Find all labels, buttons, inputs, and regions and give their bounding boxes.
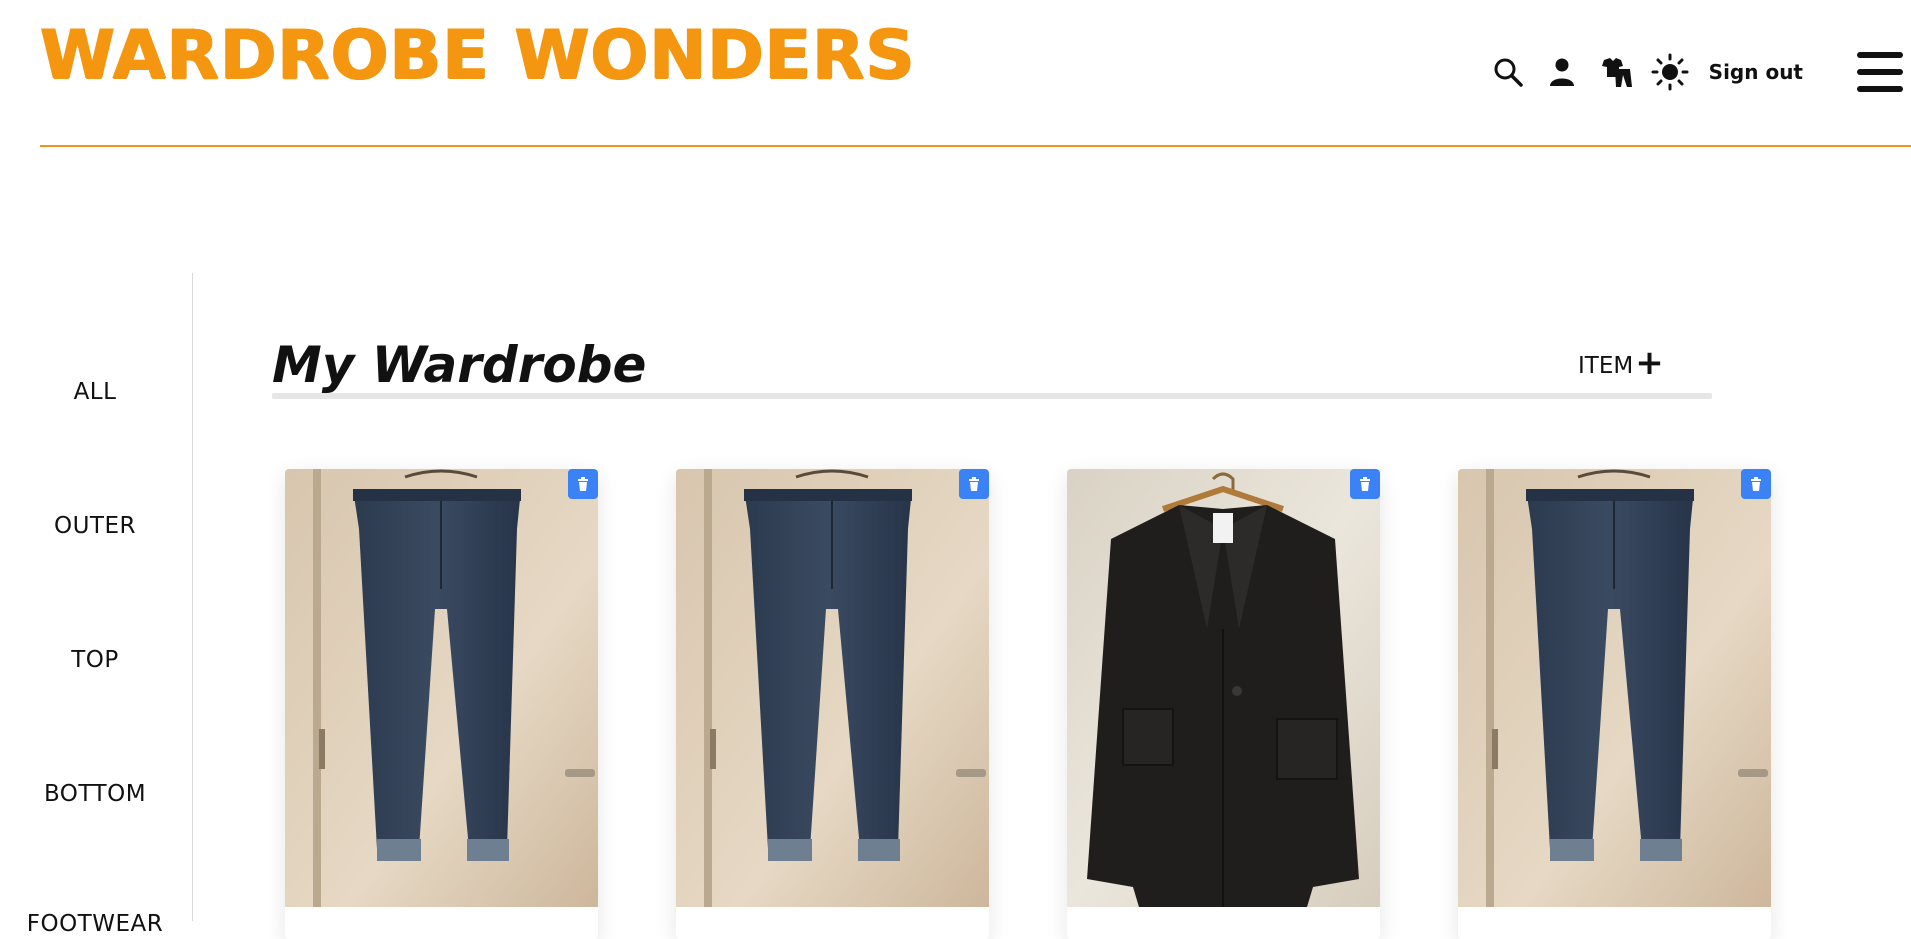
- category-sidebar: ALL OUTER TOP BOTTOM FOOTWEAR: [0, 273, 193, 937]
- trash-icon: [969, 477, 979, 491]
- page-title: My Wardrobe: [272, 336, 647, 394]
- plus-icon: +: [1635, 343, 1664, 383]
- hamburger-line: [1857, 69, 1903, 75]
- sidebar-item-bottom[interactable]: BOTTOM: [0, 781, 190, 807]
- delete-item-button[interactable]: [568, 469, 598, 499]
- title-divider: [272, 393, 1712, 399]
- site-header: WARDROBE WONDERS Sign out: [40, 0, 1911, 147]
- delete-item-button[interactable]: [1741, 469, 1771, 499]
- wardrobe-item-card[interactable]: [285, 469, 598, 939]
- wardrobe-item-card[interactable]: [1067, 469, 1380, 939]
- jeans-photo: [1458, 469, 1771, 907]
- trash-icon: [578, 477, 588, 491]
- sign-out-link[interactable]: Sign out: [1709, 60, 1803, 84]
- trash-icon: [1751, 477, 1761, 491]
- user-icon[interactable]: [1535, 48, 1589, 96]
- sidebar-item-footwear[interactable]: FOOTWEAR: [0, 911, 190, 937]
- delete-item-button[interactable]: [1350, 469, 1380, 499]
- header-actions: Sign out: [1481, 48, 1911, 96]
- sidebar-item-all[interactable]: ALL: [0, 379, 190, 405]
- outfit-icon[interactable]: [1589, 48, 1643, 96]
- sidebar-item-outer[interactable]: OUTER: [0, 513, 190, 539]
- hamburger-icon[interactable]: [1857, 52, 1903, 92]
- jeans-photo: [676, 469, 989, 907]
- wardrobe-item-card[interactable]: [676, 469, 989, 939]
- blazer-photo: [1067, 469, 1380, 907]
- trash-icon: [1360, 477, 1370, 491]
- brand-logo[interactable]: WARDROBE WONDERS: [40, 22, 915, 90]
- jeans-photo: [285, 469, 598, 907]
- wardrobe-item-card[interactable]: [1458, 469, 1771, 939]
- sidebar-item-top[interactable]: TOP: [0, 647, 190, 673]
- hamburger-line: [1857, 86, 1903, 92]
- theme-sun-icon[interactable]: [1643, 48, 1697, 96]
- delete-item-button[interactable]: [959, 469, 989, 499]
- search-icon[interactable]: [1481, 48, 1535, 96]
- add-item-button[interactable]: ITEM +: [1578, 346, 1664, 380]
- hamburger-line: [1857, 52, 1903, 58]
- add-item-label: ITEM: [1578, 353, 1634, 379]
